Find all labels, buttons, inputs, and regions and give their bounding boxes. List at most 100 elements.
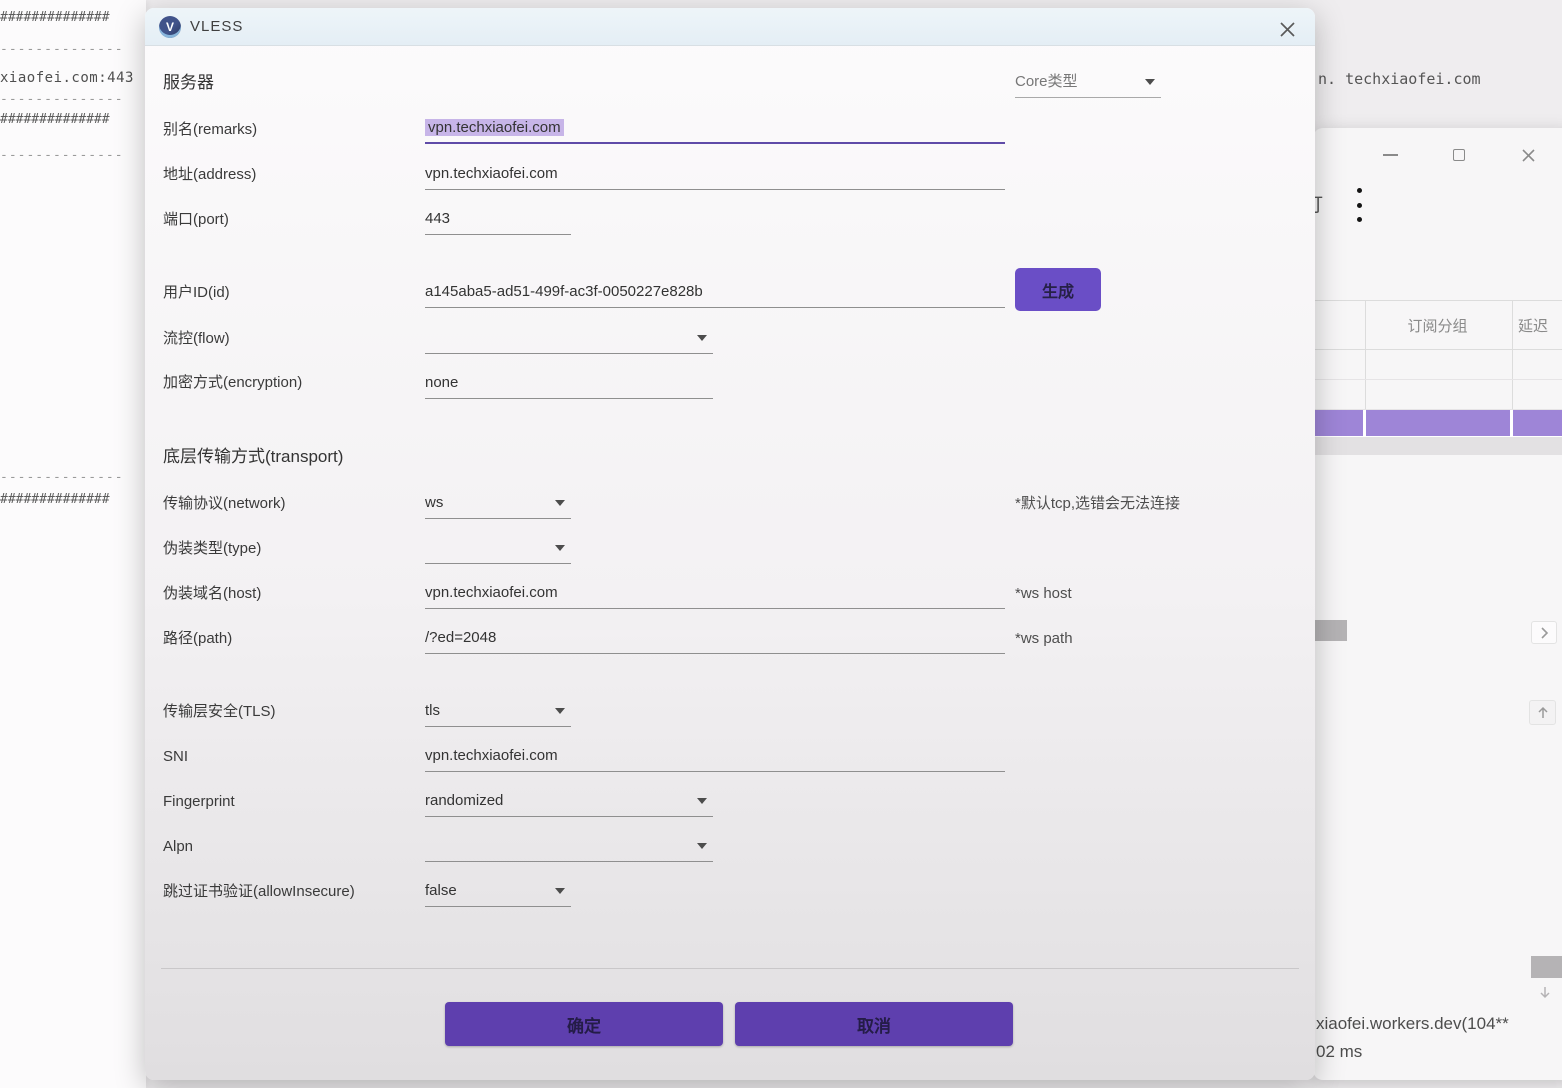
chevron-down-icon	[697, 798, 707, 804]
cancel-button[interactable]: 取消	[735, 1002, 1013, 1046]
selected-table-row[interactable]	[1313, 410, 1562, 437]
column-divider	[1365, 350, 1366, 379]
core-type-select[interactable]: Core类型	[1015, 68, 1161, 98]
chevron-down-icon	[555, 708, 565, 714]
sni-label: SNI	[163, 743, 188, 771]
terminal-line: ##############	[0, 10, 146, 25]
terminal-line: --------------	[0, 92, 146, 107]
server-list-table: 订阅分组 延迟	[1313, 300, 1562, 455]
port-label: 端口(port)	[163, 206, 229, 234]
column-divider	[1365, 380, 1366, 409]
chevron-right-icon	[1539, 627, 1549, 639]
background-domain-text: n. techxiaofei.com	[1318, 70, 1481, 88]
path-input[interactable]: /?ed=2048	[425, 624, 1005, 654]
scroll-up-button[interactable]	[1529, 700, 1556, 725]
network-label: 传输协议(network)	[163, 490, 286, 518]
tls-label: 传输层安全(TLS)	[163, 698, 276, 726]
maximize-button[interactable]	[1444, 142, 1474, 168]
chevron-down-icon	[1145, 79, 1155, 85]
arrow-up-icon	[1537, 706, 1549, 719]
scroll-right-button[interactable]	[1531, 621, 1557, 644]
horizontal-scrollbar-thumb[interactable]	[1315, 620, 1347, 641]
user-id-input[interactable]: a145aba5-ad51-499f-ac3f-0050227e828b	[425, 278, 1005, 308]
dialog-close-button[interactable]	[1275, 17, 1299, 41]
column-divider	[1512, 350, 1513, 379]
address-label: 地址(address)	[163, 161, 256, 189]
scroll-down-button[interactable]	[1532, 982, 1558, 1002]
path-label: 路径(path)	[163, 625, 232, 653]
core-type-label: Core类型	[1015, 73, 1078, 90]
column-divider	[1512, 380, 1513, 409]
dialog-title: VLESS	[190, 18, 243, 35]
table-row	[1313, 350, 1562, 380]
terminal-line: --------------	[0, 470, 146, 485]
background-terminal-document: ############## -------------- xiaofei.co…	[0, 0, 146, 1088]
chevron-down-icon	[555, 888, 565, 894]
server-status-name: xiaofei.workers.dev(104**	[1316, 1014, 1509, 1034]
port-input[interactable]: 443	[425, 205, 571, 235]
section-transport-header: 底层传输方式(transport)	[163, 444, 343, 470]
remarks-label: 别名(remarks)	[163, 116, 257, 144]
flow-label: 流控(flow)	[163, 325, 230, 353]
alpn-label: Alpn	[163, 833, 193, 861]
close-icon	[1521, 148, 1536, 163]
terminal-line: ##############	[0, 112, 146, 127]
fingerprint-label: Fingerprint	[163, 788, 235, 816]
allow-insecure-select[interactable]: false	[425, 877, 571, 907]
table-header-row: 订阅分组 延迟	[1313, 300, 1562, 350]
fingerprint-select[interactable]: randomized	[425, 787, 713, 817]
close-button[interactable]	[1513, 142, 1543, 168]
section-server-header: 服务器	[163, 70, 214, 96]
server-status-latency: 02 ms	[1316, 1042, 1362, 1062]
close-icon	[1279, 21, 1296, 38]
sni-input[interactable]: vpn.techxiaofei.com	[425, 742, 1005, 772]
column-header-delay[interactable]: 延迟	[1518, 315, 1562, 336]
network-hint: *默认tcp,选错会无法连接	[1015, 490, 1180, 518]
host-label: 伪装域名(host)	[163, 580, 261, 608]
chevron-down-icon	[555, 500, 565, 506]
column-divider	[1512, 301, 1513, 349]
remarks-input[interactable]: vpn.techxiaofei.com	[425, 114, 1005, 144]
chevron-down-icon	[697, 335, 707, 341]
terminal-line: --------------	[0, 148, 146, 163]
allow-insecure-label: 跳过证书验证(allowInsecure)	[163, 878, 355, 906]
network-select[interactable]: ws	[425, 489, 571, 519]
dialog-titlebar: V VLESS	[145, 8, 1315, 46]
column-header-subscription-group[interactable]: 订阅分组	[1365, 315, 1510, 336]
table-row	[1313, 380, 1562, 410]
footer-divider	[161, 968, 1299, 969]
host-input[interactable]: vpn.techxiaofei.com	[425, 579, 1005, 609]
type-select[interactable]	[425, 534, 571, 564]
terminal-line: --------------	[0, 42, 146, 57]
ok-button[interactable]: 确定	[445, 1002, 723, 1046]
address-input[interactable]: vpn.techxiaofei.com	[425, 160, 1005, 190]
chevron-down-icon	[697, 843, 707, 849]
fingerprint-value: randomized	[425, 792, 503, 809]
vless-edit-dialog: V VLESS 服务器 Core类型 别名(remarks) vpn.techx…	[145, 8, 1315, 1080]
host-hint: *ws host	[1015, 580, 1072, 608]
arrow-down-icon	[1539, 986, 1551, 999]
more-menu-icon[interactable]	[1355, 188, 1363, 222]
chevron-down-icon	[555, 545, 565, 551]
user-id-label: 用户ID(id)	[163, 279, 230, 307]
maximize-icon	[1453, 149, 1465, 161]
vertical-scrollbar-thumb[interactable]	[1531, 956, 1562, 978]
tls-value: tls	[425, 702, 440, 719]
table-footer-strip	[1313, 437, 1562, 455]
minimize-button[interactable]	[1375, 142, 1405, 168]
alpn-select[interactable]	[425, 832, 713, 862]
minimize-icon	[1383, 154, 1398, 156]
selected-text: vpn.techxiaofei.com	[425, 119, 564, 136]
terminal-line-address: xiaofei.com:443	[0, 70, 146, 86]
flow-select[interactable]	[425, 324, 713, 354]
allow-insecure-value: false	[425, 882, 457, 899]
generate-uuid-button[interactable]: 生成	[1015, 268, 1101, 311]
network-value: ws	[425, 494, 443, 511]
terminal-line: ##############	[0, 492, 146, 507]
path-hint: *ws path	[1015, 625, 1073, 653]
encryption-label: 加密方式(encryption)	[163, 369, 302, 397]
encryption-input[interactable]: none	[425, 369, 713, 399]
type-label: 伪装类型(type)	[163, 535, 261, 563]
v2rayn-logo-icon: V	[159, 16, 181, 38]
tls-select[interactable]: tls	[425, 697, 571, 727]
